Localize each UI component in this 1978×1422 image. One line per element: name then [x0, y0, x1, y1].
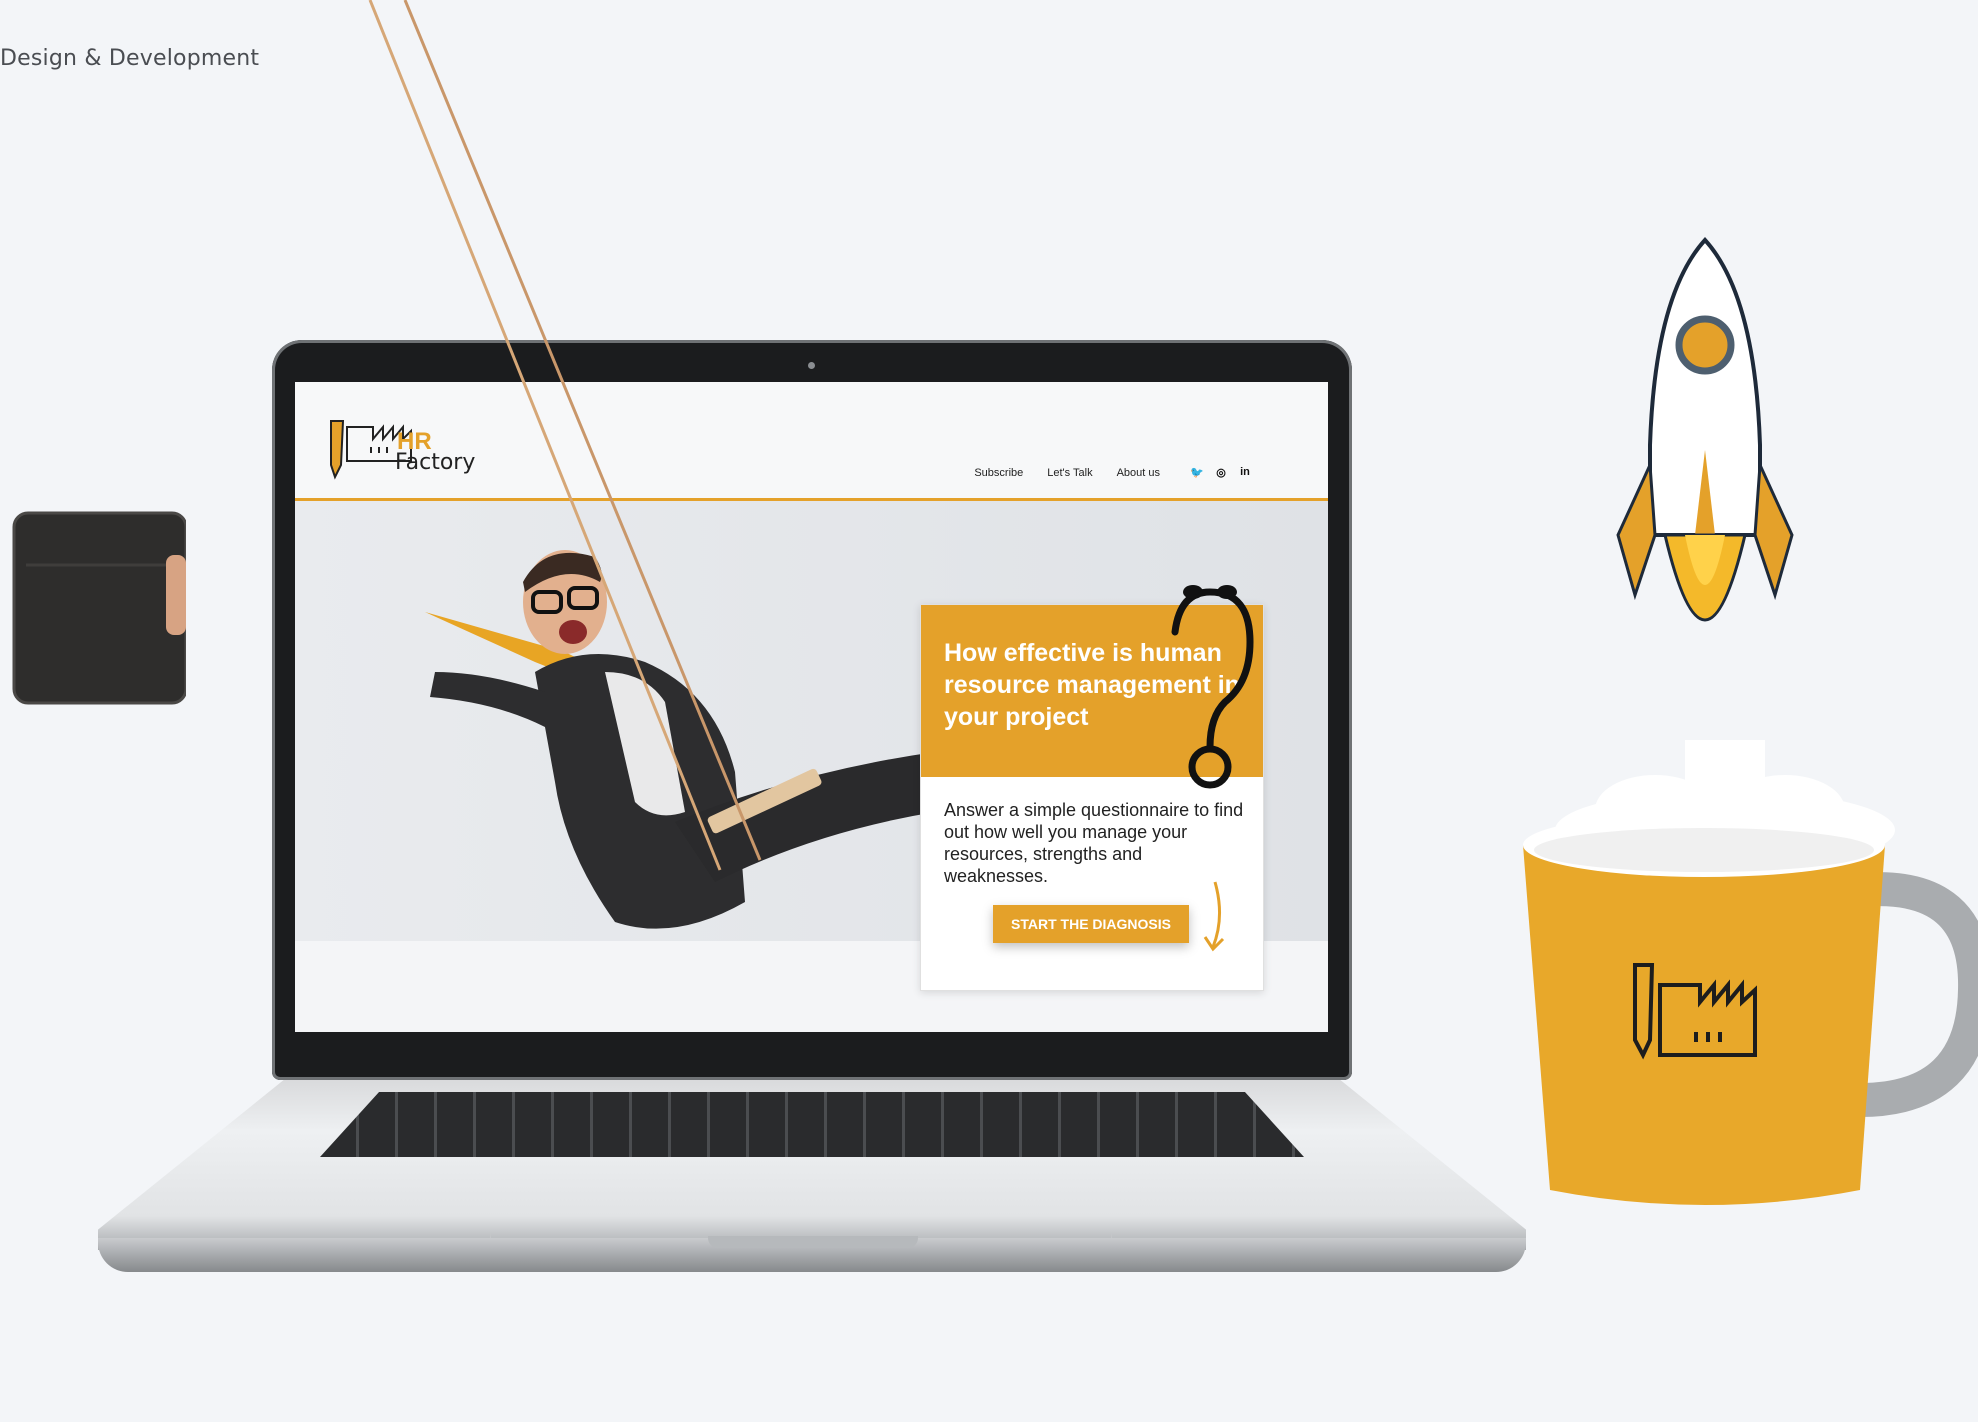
laptop-screen: HR Factory Subscribe Let's Talk About us…: [295, 382, 1328, 1032]
social-links: 🐦 ◎ in: [1190, 466, 1252, 479]
nav-lets-talk[interactable]: Let's Talk: [1047, 467, 1092, 479]
logo-factory-text: Factory: [395, 450, 476, 475]
main-nav: Subscribe Let's Talk About us 🐦 ◎ in: [974, 466, 1252, 479]
page-caption: Design & Development: [0, 46, 260, 71]
hero-description: Answer a simple questionnaire to find ou…: [944, 800, 1244, 886]
laptop-keyboard: [320, 1092, 1304, 1157]
start-diagnosis-button[interactable]: START THE DIAGNOSIS: [993, 905, 1189, 943]
arrow-down-icon: [1203, 881, 1225, 952]
site-header: HR Factory Subscribe Let's Talk About us…: [295, 382, 1328, 501]
twitter-icon[interactable]: 🐦: [1190, 466, 1204, 479]
briefcase-image: [12, 511, 186, 705]
instagram-icon[interactable]: ◎: [1214, 466, 1228, 479]
nav-subscribe[interactable]: Subscribe: [974, 467, 1023, 479]
rocket-icon: [1616, 237, 1794, 622]
stethoscope-question-icon: [1171, 585, 1254, 789]
webcam-icon: [808, 362, 815, 369]
linkedin-icon[interactable]: in: [1238, 466, 1252, 479]
laptop-notch: [708, 1236, 918, 1248]
nav-about-us[interactable]: About us: [1117, 467, 1160, 479]
laptop-trackpad: [490, 1158, 1112, 1239]
hero-man-on-swing-image: [425, 550, 935, 929]
coffee-mug-image: [1523, 813, 1978, 1205]
